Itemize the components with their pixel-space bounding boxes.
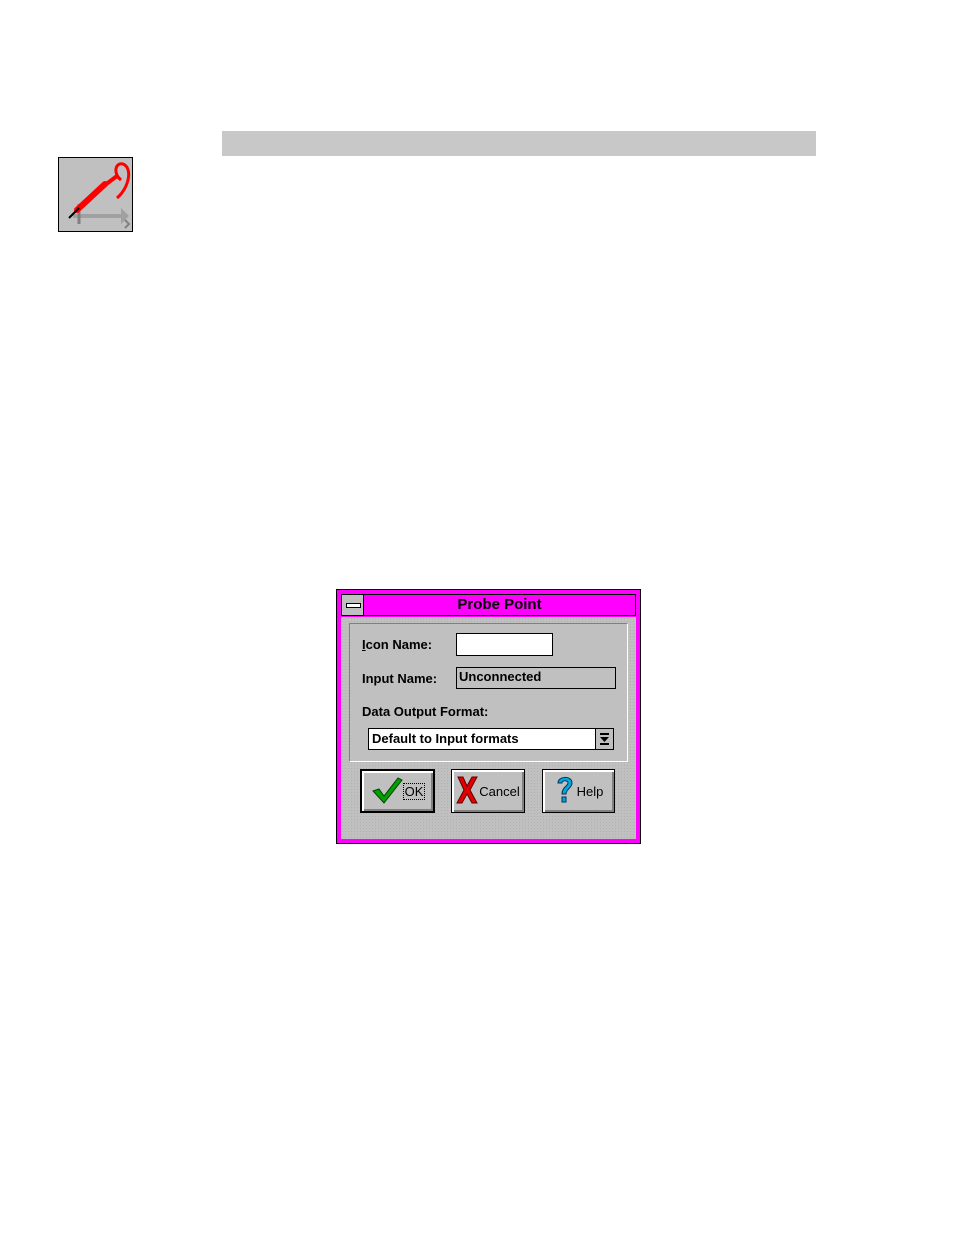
probe-point-dialog: Probe Point Icon Name: Input Name: Uncon…: [336, 589, 641, 844]
input-name-label: Input Name:: [362, 671, 438, 686]
probe-point-icon: [58, 157, 133, 232]
cancel-button[interactable]: Cancel: [451, 769, 525, 813]
help-label: Help: [576, 783, 604, 799]
data-output-format-label: Data Output Format:: [362, 704, 489, 719]
input-name-value: Unconnected: [456, 667, 616, 689]
dialog-title: Probe Point: [457, 596, 542, 613]
ok-label: OK: [402, 782, 426, 800]
data-output-format-value: Default to Input formats: [372, 731, 519, 746]
fields-group: Icon Name: Input Name: Unconnected Data …: [349, 623, 628, 762]
icon-name-input[interactable]: [456, 633, 553, 656]
header-bar: [222, 131, 816, 156]
help-button[interactable]: Help: [542, 769, 615, 813]
system-menu-icon: [346, 603, 361, 608]
ok-button[interactable]: OK: [360, 769, 435, 813]
data-output-format-select[interactable]: Default to Input formats: [368, 728, 614, 750]
cancel-label: Cancel: [479, 783, 520, 799]
dropdown-arrow-icon: [600, 733, 609, 745]
dialog-client-area: Icon Name: Input Name: Unconnected Data …: [341, 617, 636, 839]
system-menu-button[interactable]: [342, 595, 364, 615]
cancel-x-icon: [456, 775, 479, 808]
icon-name-label: Icon Name:: [362, 637, 433, 652]
dropdown-button[interactable]: [595, 729, 613, 749]
help-question-icon: [554, 774, 576, 809]
check-icon: [371, 776, 403, 807]
dialog-title-bar[interactable]: Probe Point: [341, 594, 636, 616]
